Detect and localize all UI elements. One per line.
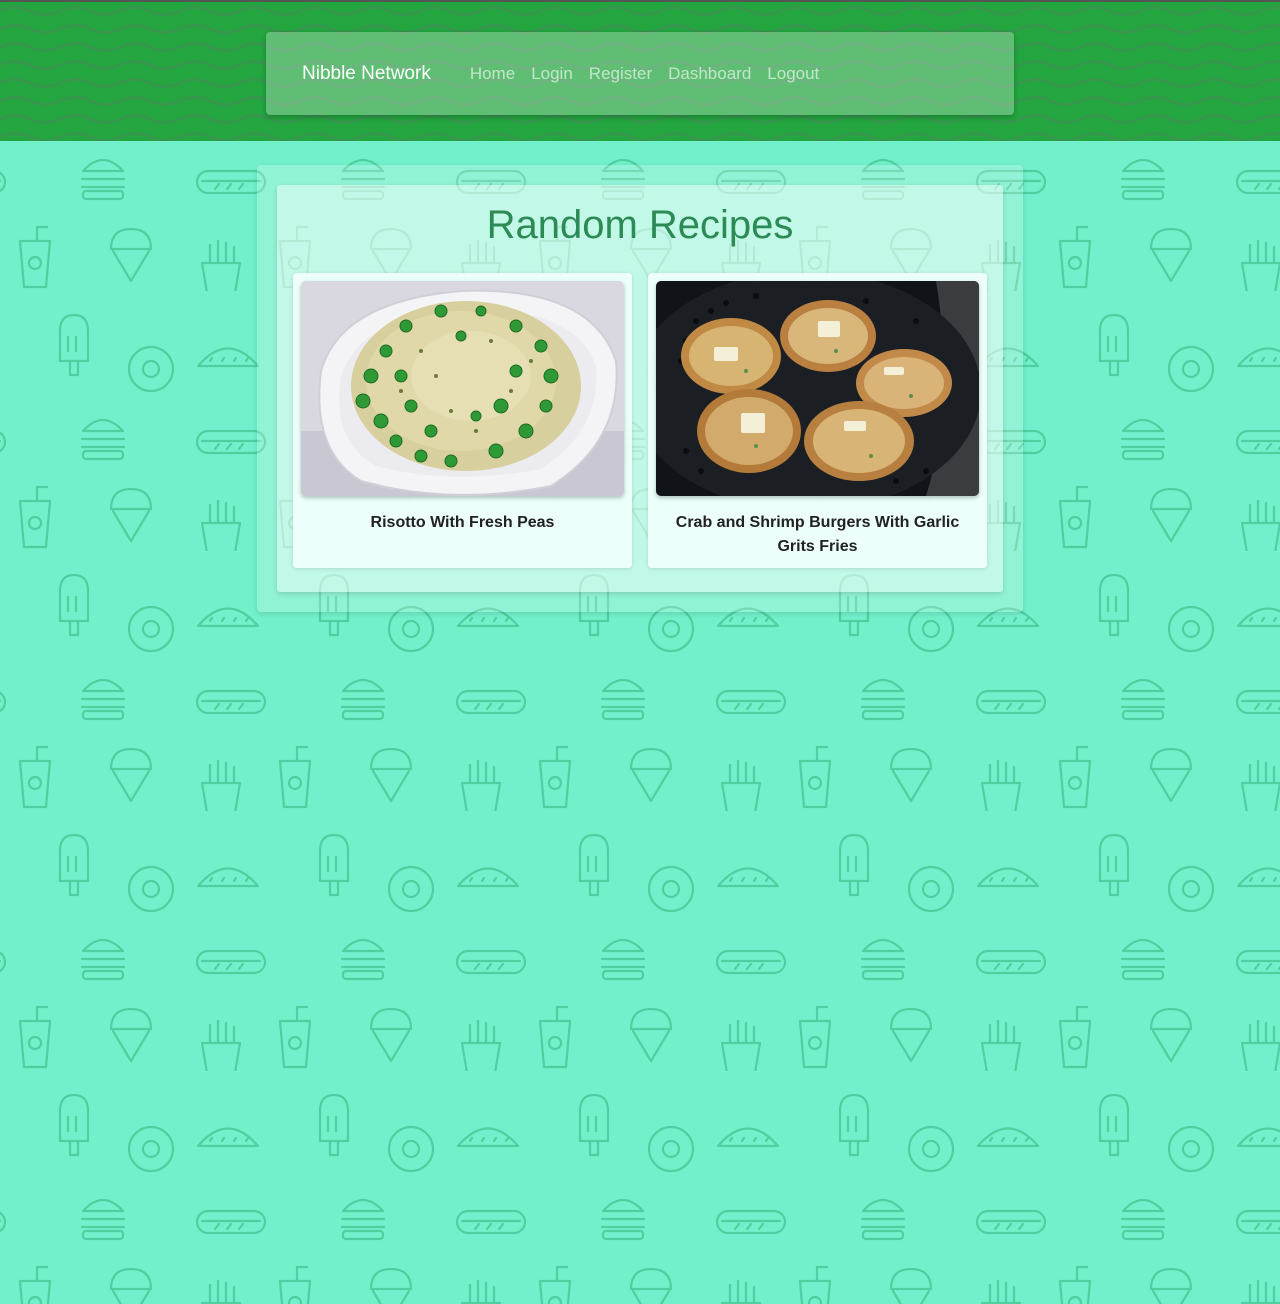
page-title: Random Recipes	[486, 203, 794, 247]
content-panel: Random Recipes Risotto With Fresh Peas C…	[257, 165, 1023, 612]
nav-link-home[interactable]: Home	[470, 64, 515, 84]
header-band: Nibble Network Home Login Register Dashb…	[0, 0, 1280, 141]
nav-link-dashboard[interactable]: Dashboard	[668, 64, 751, 84]
recipes-panel: Random Recipes Risotto With Fresh Peas C…	[277, 185, 1003, 592]
crab-burgers-image[interactable]	[656, 281, 979, 496]
nav-link-logout[interactable]: Logout	[767, 64, 819, 84]
recipe-title: Crab and Shrimp Burgers With Garlic Grit…	[675, 514, 960, 555]
recipe-card[interactable]: Risotto With Fresh Peas	[293, 273, 632, 568]
recipe-title: Risotto With Fresh Peas	[370, 514, 555, 531]
brand-link[interactable]: Nibble Network	[302, 63, 431, 85]
risotto-image[interactable]	[301, 281, 624, 496]
nav-link-login[interactable]: Login	[531, 64, 573, 84]
nav-link-register[interactable]: Register	[589, 64, 652, 84]
navbar: Nibble Network Home Login Register Dashb…	[266, 32, 1014, 115]
recipe-card[interactable]: Crab and Shrimp Burgers With Garlic Grit…	[648, 273, 987, 568]
